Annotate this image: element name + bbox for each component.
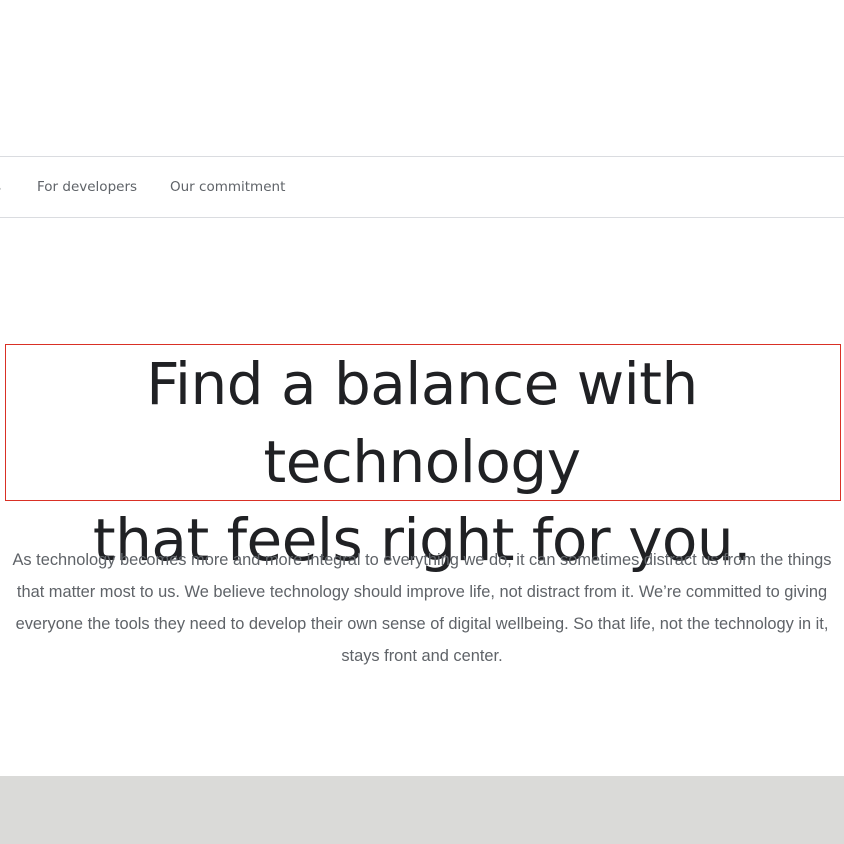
headline-line-1: Find a balance with technology	[146, 350, 698, 496]
secondary-nav: s For developers Our commitment	[0, 156, 844, 218]
footer-band	[0, 776, 844, 844]
nav-item-for-developers[interactable]: For developers	[37, 157, 137, 217]
header-area	[0, 0, 844, 156]
nav-item-our-commitment[interactable]: Our commitment	[170, 157, 285, 217]
nav-item-partial[interactable]: s	[0, 157, 1, 217]
page: s For developers Our commitment Find a b…	[0, 0, 844, 844]
hero-description: As technology becomes more and more inte…	[12, 551, 832, 665]
